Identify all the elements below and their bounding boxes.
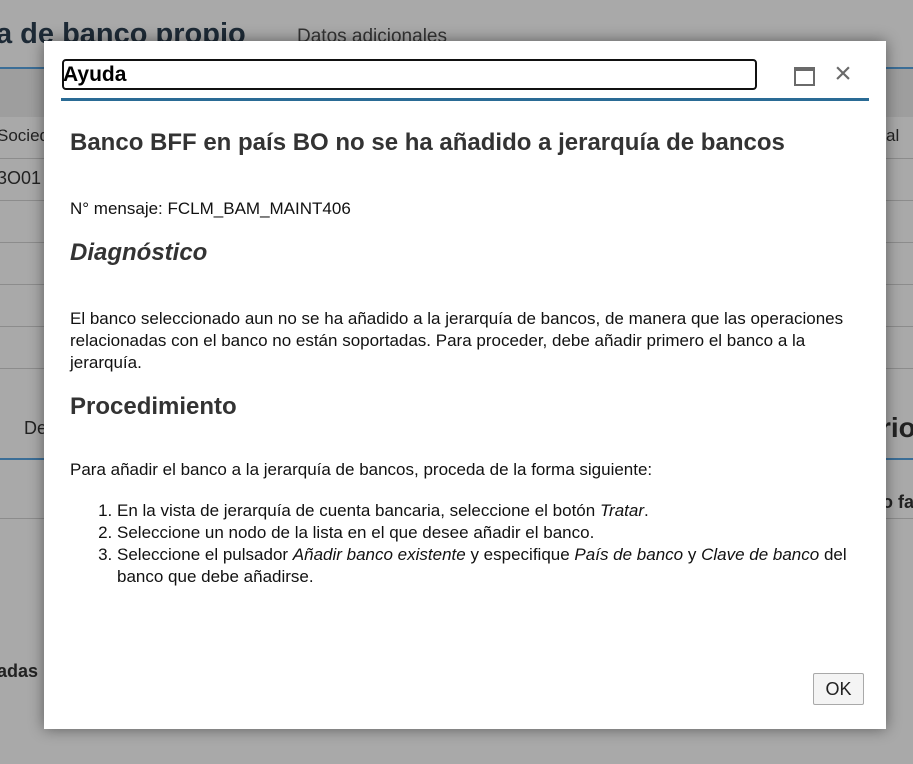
step-text: En la vista de jerarquía de cuenta banca… xyxy=(117,501,600,520)
step-text: Seleccione un nodo de la lista en el que… xyxy=(117,523,595,542)
background-label-left: adas xyxy=(0,661,39,681)
step-emphasis: Clave de banco xyxy=(701,545,820,564)
dialog-title: Ayuda xyxy=(62,59,757,90)
background-col-header-left: Socied xyxy=(0,126,49,145)
message-number: N° mensaje: FCLM_BAM_MAINT406 xyxy=(70,199,351,218)
step-text: y especifique xyxy=(465,545,575,564)
maximize-icon xyxy=(794,67,815,86)
procedure-step: Seleccione el pulsador Añadir banco exis… xyxy=(117,544,860,588)
diagnosis-text: El banco seleccionado aun no se ha añadi… xyxy=(70,309,844,372)
dialog-title-text: Ayuda xyxy=(63,63,127,86)
procedure-intro: Para añadir el banco a la jerarquía de b… xyxy=(70,460,653,479)
procedure-heading: Procedimiento xyxy=(70,393,237,420)
step-text: Seleccione el pulsador xyxy=(117,545,293,564)
background-label-right: o fa xyxy=(882,492,913,512)
help-dialog: Ayuda × Banco BFF en país BO no se ha añ… xyxy=(44,41,886,729)
procedure-step: Seleccione un nodo de la lista en el que… xyxy=(117,522,860,544)
step-emphasis: Añadir banco existente xyxy=(292,545,466,564)
background-col-header-right: al xyxy=(886,126,900,145)
background-row-value: 3O01 xyxy=(0,168,42,188)
message-title: Banco BFF en país BO no se ha añadido a … xyxy=(70,129,785,156)
ok-button[interactable]: OK xyxy=(813,673,864,705)
step-text: y xyxy=(683,545,702,564)
step-text: . xyxy=(644,501,649,520)
procedure-step: En la vista de jerarquía de cuenta banca… xyxy=(117,500,860,522)
maximize-button[interactable] xyxy=(791,63,817,89)
title-divider xyxy=(61,98,869,101)
procedure-steps: En la vista de jerarquía de cuenta banca… xyxy=(70,500,860,588)
close-icon: × xyxy=(834,57,852,90)
step-emphasis: País de banco xyxy=(574,545,684,564)
step-emphasis: Tratar xyxy=(599,501,645,520)
diagnosis-heading: Diagnóstico xyxy=(70,239,208,266)
close-button[interactable]: × xyxy=(830,59,856,89)
